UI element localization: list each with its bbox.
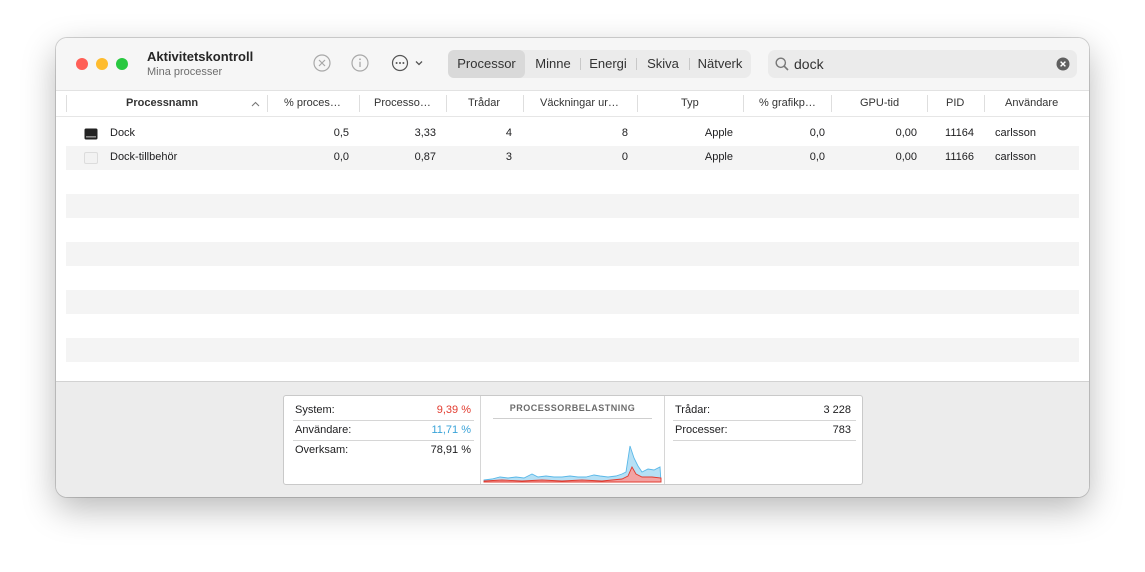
threads: 4 — [505, 127, 512, 139]
pid: 11164 — [945, 127, 974, 139]
gpu-time: 0,00 — [895, 127, 917, 139]
segment-divider — [636, 58, 637, 70]
divider — [493, 418, 652, 419]
process-name: Dock-tillbehör — [110, 151, 178, 163]
divider — [673, 420, 856, 421]
wakeups: 8 — [621, 127, 628, 139]
cpu-time: 0,87 — [414, 151, 436, 163]
search-field[interactable] — [768, 50, 1077, 78]
column-typ[interactable]: Typ — [681, 97, 699, 109]
more-actions-button[interactable] — [391, 54, 425, 72]
empty-row — [66, 338, 1079, 362]
column-separator — [523, 95, 524, 112]
info-icon[interactable] — [351, 54, 369, 72]
threads-label: Trådar: — [675, 404, 711, 416]
column-cpu-time[interactable]: Processo… — [374, 97, 431, 109]
threads: 3 — [505, 151, 512, 163]
column-tradar[interactable]: Trådar — [468, 97, 500, 109]
empty-row — [66, 242, 1079, 266]
processes-value: 783 — [832, 424, 851, 436]
view-segmented-control: Processor Minne Energi Skiva Nätverk — [448, 50, 751, 78]
process-type: Apple — [704, 127, 733, 139]
close-window-button[interactable] — [76, 58, 88, 70]
activity-monitor-window: Aktivitetskontroll Mina processer Proces… — [56, 38, 1089, 497]
column-processnamn[interactable]: Processnamn — [126, 97, 198, 109]
idle-label: Overksam: — [295, 444, 349, 456]
column-separator — [637, 95, 638, 112]
panel-divider — [664, 396, 665, 484]
stats-footer: System: 9,39 % Användare: 11,71 % Overks… — [56, 381, 1089, 497]
more-actions-icon — [391, 54, 409, 72]
divider — [293, 420, 474, 421]
user: carlsson — [995, 127, 1036, 139]
search-icon — [775, 57, 789, 71]
chevron-down-icon — [415, 61, 423, 66]
gpu-percent: 0,0 — [809, 127, 825, 139]
gpu-percent: 0,0 — [809, 151, 825, 163]
column-separator — [984, 95, 985, 112]
user-value: 11,71 % — [431, 424, 471, 436]
table-header: Processnamn % proces… Processo… Trådar V… — [56, 91, 1089, 117]
divider — [673, 440, 856, 441]
system-label: System: — [295, 404, 335, 416]
system-value: 9,39 % — [436, 404, 471, 416]
cpu-percent: 0,0 — [333, 151, 349, 163]
wakeups: 0 — [621, 151, 628, 163]
clear-search-icon[interactable] — [1056, 57, 1070, 71]
empty-row — [66, 194, 1079, 218]
window-subtitle: Mina processer — [147, 66, 223, 78]
window-title: Aktivitetskontroll — [147, 49, 254, 64]
user-label: Användare: — [295, 424, 352, 436]
sort-ascending-icon — [251, 101, 260, 107]
cpu-percent: 0,5 — [333, 127, 349, 139]
dock-app-icon — [84, 128, 98, 140]
column-separator — [446, 95, 447, 112]
column-wakeups[interactable]: Väckningar ur… — [540, 97, 619, 109]
tab-natverk[interactable]: Nätverk — [690, 50, 750, 78]
column-separator — [66, 95, 67, 112]
pid: 11166 — [945, 151, 974, 163]
idle-value: 78,91 % — [430, 444, 471, 456]
cpu-stats-panel: System: 9,39 % Användare: 11,71 % Overks… — [283, 395, 863, 485]
tab-skiva[interactable]: Skiva — [638, 50, 688, 78]
cpu-time: 3,33 — [414, 127, 436, 139]
column-separator — [743, 95, 744, 112]
divider — [293, 440, 474, 441]
toolbar: Aktivitetskontroll Mina processer Proces… — [56, 38, 1089, 91]
stop-process-icon[interactable] — [313, 54, 331, 72]
column-cpu-percent[interactable]: % proces… — [284, 97, 341, 109]
cpu-load-chart — [483, 445, 662, 483]
column-pid[interactable]: PID — [946, 97, 964, 109]
cpu-load-title: PROCESSORBELASTNING — [509, 403, 636, 413]
processes-label: Processer: — [675, 424, 728, 436]
segment-divider — [580, 58, 581, 70]
empty-row — [66, 290, 1079, 314]
tab-processor[interactable]: Processor — [448, 50, 525, 78]
process-type: Apple — [704, 151, 733, 163]
column-gpu-tid[interactable]: GPU-tid — [860, 97, 899, 109]
gpu-time: 0,00 — [895, 151, 917, 163]
column-separator — [831, 95, 832, 112]
threads-value: 3 228 — [823, 404, 851, 416]
minimize-window-button[interactable] — [96, 58, 108, 70]
table-row[interactable]: Dock-tillbehör 0,0 0,87 3 0 Apple 0,0 0,… — [66, 146, 1079, 170]
tab-minne[interactable]: Minne — [527, 50, 579, 78]
dock-helper-icon — [84, 152, 98, 164]
user: carlsson — [995, 151, 1036, 163]
tab-energi[interactable]: Energi — [582, 50, 634, 78]
column-separator — [359, 95, 360, 112]
search-input[interactable] — [794, 54, 1044, 74]
table-row[interactable]: Dock 0,5 3,33 4 8 Apple 0,0 0,00 11164 c… — [66, 122, 1079, 146]
column-separator — [927, 95, 928, 112]
zoom-window-button[interactable] — [116, 58, 128, 70]
column-gpu-percent[interactable]: % grafikp… — [759, 97, 816, 109]
column-anvandare[interactable]: Användare — [1005, 97, 1058, 109]
column-separator — [267, 95, 268, 112]
process-name: Dock — [110, 127, 136, 139]
